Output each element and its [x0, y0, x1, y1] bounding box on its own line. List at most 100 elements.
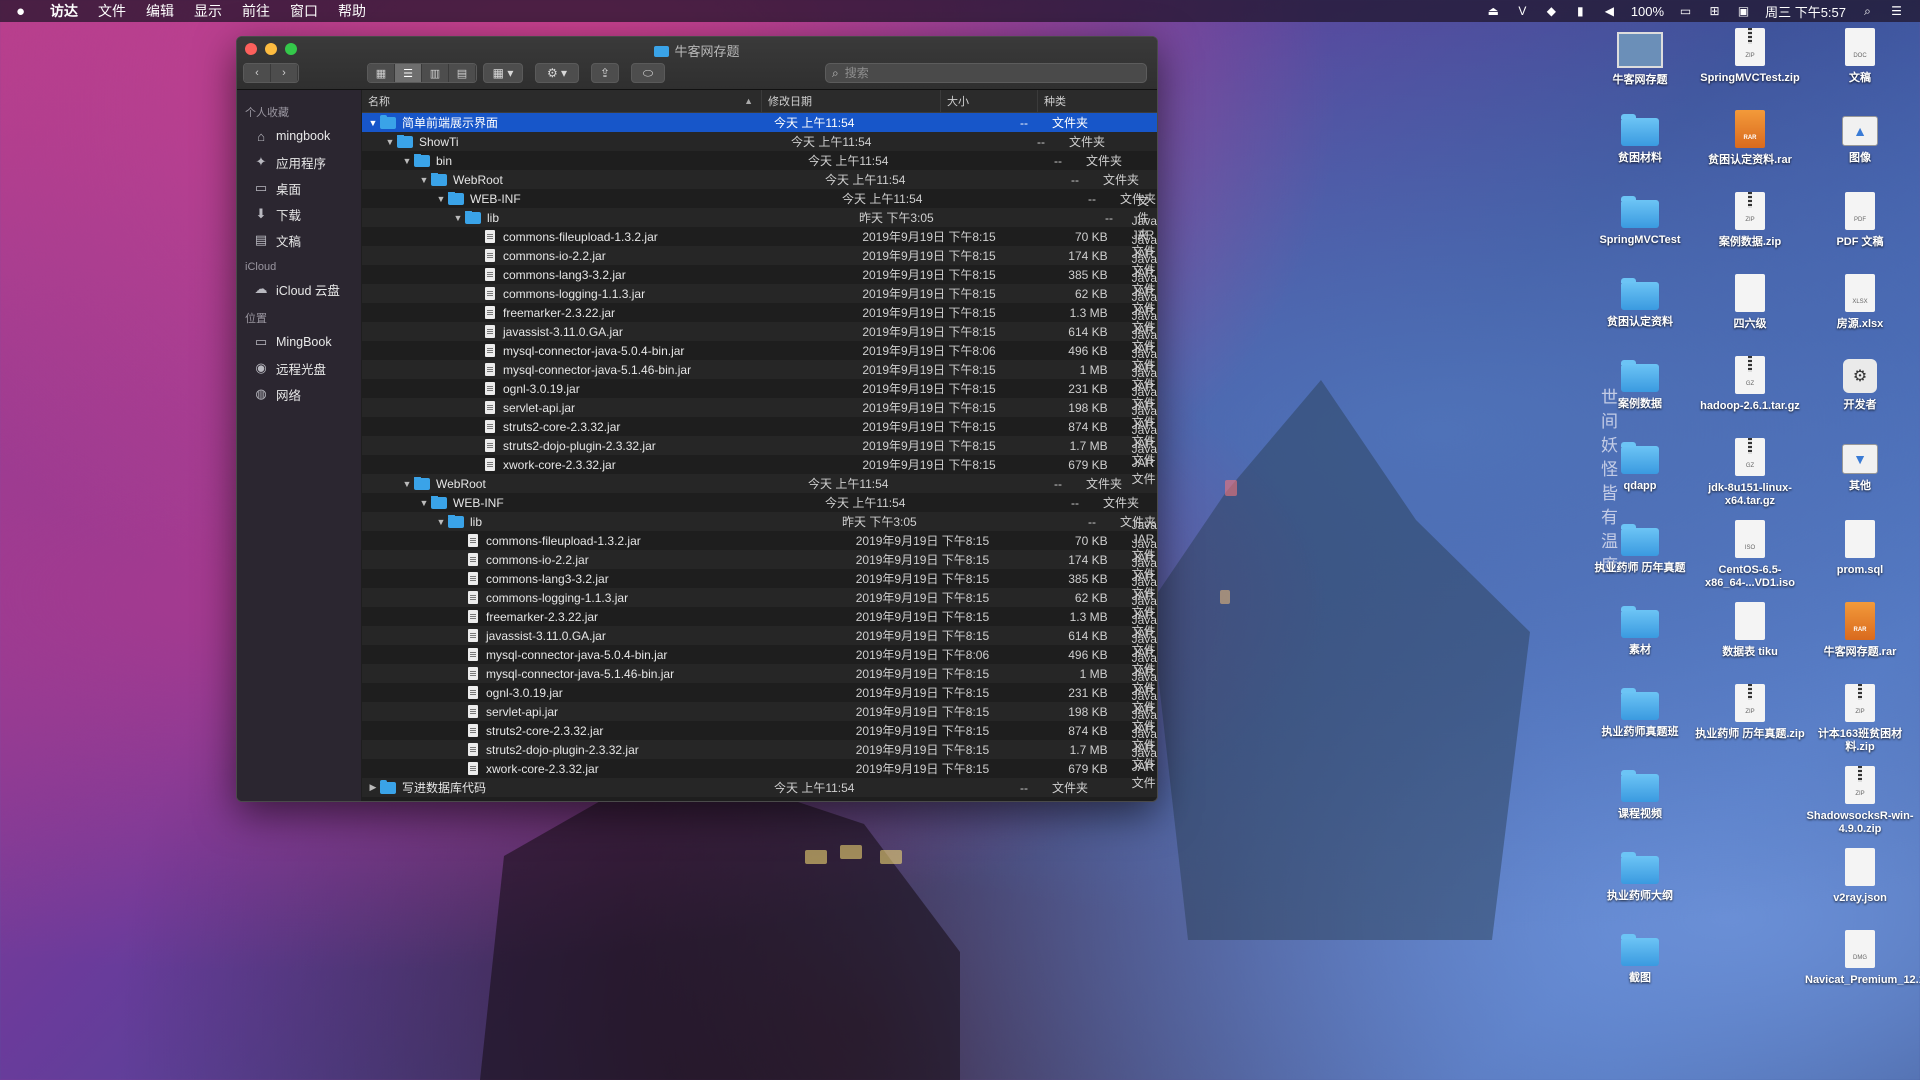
- apple-menu-icon[interactable]: ●: [16, 3, 38, 20]
- table-row[interactable]: mysql-connector-java-5.0.4-bin.jar 2019年9…: [362, 632, 1157, 676]
- disclosure-open-icon[interactable]: ▼: [451, 213, 465, 223]
- table-row[interactable]: ▼ WebRoot 今天 上午11:54 -- 文件夹: [362, 474, 1157, 493]
- volume-icon[interactable]: ◀: [1602, 4, 1617, 18]
- sidebar-item[interactable]: ◍ 网络: [237, 381, 361, 407]
- table-row[interactable]: ognl-3.0.19.jar 2019年9月19日 下午8:15 231 KB Ja…: [362, 670, 1157, 714]
- table-row[interactable]: struts2-dojo-plugin-2.3.32.jar 2019年9月19日…: [362, 423, 1157, 467]
- table-row[interactable]: javassist-3.11.0.GA.jar 2019年9月19日 下午8:15…: [362, 613, 1157, 657]
- v-app-icon[interactable]: V: [1515, 4, 1530, 18]
- disclosure-open-icon[interactable]: ▼: [400, 479, 414, 489]
- tag-button[interactable]: ⬭: [631, 63, 665, 83]
- desktop-icon-item[interactable]: RAR 牛客网存题.rar: [1805, 602, 1915, 659]
- table-row[interactable]: struts2-dojo-plugin-2.3.32.jar 2019年9月19日…: [362, 727, 1157, 771]
- table-row[interactable]: ▼ 简单前端展示界面 今天 上午11:54 -- 文件夹: [362, 113, 1157, 132]
- table-row[interactable]: servlet-api.jar 2019年9月19日 下午8:15 198 KB Ja…: [362, 689, 1157, 733]
- desktop-icon-item[interactable]: 素材: [1585, 602, 1695, 657]
- desktop-icon-item[interactable]: ZIP 计本163班贫困材料.zip: [1805, 684, 1915, 754]
- table-row[interactable]: commons-lang3-3.2.jar 2019年9月19日 下午8:15 38…: [362, 252, 1157, 296]
- bell-icon[interactable]: ◆: [1544, 4, 1559, 18]
- input-method-icon[interactable]: ⊞: [1707, 4, 1722, 18]
- table-row[interactable]: ▼ WebRoot 今天 上午11:54 -- 文件夹: [362, 170, 1157, 189]
- menu-4[interactable]: 前往: [242, 1, 270, 21]
- desktop-icon-item[interactable]: prom.sql: [1805, 520, 1915, 577]
- desktop-icon-item[interactable]: DMG Navicat_Premium_12.1.25_...info.dmg: [1805, 930, 1920, 987]
- desktop-icon-item[interactable]: 执业药师真题班: [1585, 684, 1695, 739]
- upload-icon[interactable]: ⏏: [1486, 4, 1501, 18]
- desktop-icon-item[interactable]: 贫困材料: [1585, 110, 1695, 165]
- column-header-name[interactable]: 名称 ▲: [362, 90, 762, 112]
- table-row[interactable]: ognl-3.0.19.jar 2019年9月19日 下午8:15 231 KB Ja…: [362, 366, 1157, 410]
- table-row[interactable]: commons-fileupload-1.3.2.jar 2019年9月19日 下…: [362, 214, 1157, 258]
- desktop-icon-item[interactable]: XLSX 房源.xlsx: [1805, 274, 1915, 331]
- column-header-date[interactable]: 修改日期: [762, 90, 941, 112]
- table-row[interactable]: struts2-core-2.3.32.jar 2019年9月19日 下午8:15…: [362, 708, 1157, 752]
- column-header-size[interactable]: 大小: [941, 90, 1038, 112]
- table-row[interactable]: mysql-connector-java-5.0.4-bin.jar 2019年9…: [362, 328, 1157, 372]
- desktop-icon-item[interactable]: 贫困认定资料: [1585, 274, 1695, 329]
- desktop-icon-item[interactable]: v2ray.json: [1805, 848, 1915, 905]
- battery-percent[interactable]: 100%: [1631, 4, 1664, 19]
- menu-3[interactable]: 显示: [194, 1, 222, 21]
- table-row[interactable]: struts2-core-2.3.32.jar 2019年9月19日 下午8:15…: [362, 404, 1157, 448]
- sidebar-item[interactable]: ☁ iCloud 云盘: [237, 276, 361, 302]
- column-header-kind[interactable]: 种类: [1038, 90, 1157, 112]
- search-input[interactable]: [842, 65, 1127, 81]
- desktop-icon-item[interactable]: GZ hadoop-2.6.1.tar.gz: [1695, 356, 1805, 413]
- menu-0[interactable]: 访达: [50, 1, 78, 21]
- table-row[interactable]: xwork-core-2.3.32.jar 2019年9月19日 下午8:15 67…: [362, 442, 1157, 486]
- desktop-icon-item[interactable]: ZIP SpringMVCTest.zip: [1695, 28, 1805, 85]
- table-row[interactable]: javassist-3.11.0.GA.jar 2019年9月19日 下午8:15…: [362, 309, 1157, 353]
- desktop-icon-item[interactable]: qdapp: [1585, 438, 1695, 493]
- desktop-icon-item[interactable]: ⚙ 开发者: [1805, 356, 1915, 412]
- table-row[interactable]: ▼ bin 今天 上午11:54 -- 文件夹: [362, 151, 1157, 170]
- desktop-icon-item[interactable]: ▼ 其他: [1805, 438, 1915, 493]
- table-row[interactable]: ▶ 写进数据库代码 今天 上午11:54 -- 文件夹: [362, 778, 1157, 797]
- desktop-icon-item[interactable]: PDF PDF 文稿: [1805, 192, 1915, 249]
- gallery-view-button[interactable]: ▤: [449, 64, 476, 82]
- desktop-icon-item[interactable]: RAR 贫困认定资料.rar: [1695, 110, 1805, 167]
- display-icon[interactable]: ▣: [1736, 4, 1751, 18]
- table-row[interactable]: xwork-core-2.3.32.jar 2019年9月19日 下午8:15 67…: [362, 746, 1157, 790]
- desktop-icon-item[interactable]: ISO CentOS-6.5-x86_64-...VD1.iso: [1695, 520, 1805, 590]
- desktop-icon-item[interactable]: ZIP 案例数据.zip: [1695, 192, 1805, 249]
- desktop-icon-item[interactable]: ZIP ShadowsocksR-win-4.9.0.zip: [1805, 766, 1915, 836]
- table-row[interactable]: commons-logging-1.1.3.jar 2019年9月19日 下午8:…: [362, 271, 1157, 315]
- desktop-icon-item[interactable]: 四六级: [1695, 274, 1805, 331]
- table-row[interactable]: commons-logging-1.1.3.jar 2019年9月19日 下午8:…: [362, 575, 1157, 619]
- notification-center-icon[interactable]: ☰: [1889, 4, 1904, 18]
- battery-icon[interactable]: ▭: [1678, 4, 1693, 18]
- sidebar-item[interactable]: ▤ 文稿: [237, 227, 361, 253]
- sidebar-item[interactable]: ▭ MingBook: [237, 329, 361, 355]
- desktop-icon-item[interactable]: 截图: [1585, 930, 1695, 985]
- desktop-icon-item[interactable]: ▲ 图像: [1805, 110, 1915, 165]
- desktop-icon-item[interactable]: GZ jdk-8u151-linux-x64.tar.gz: [1695, 438, 1805, 508]
- sidebar-item[interactable]: ✦ 应用程序: [237, 149, 361, 175]
- mouse-icon[interactable]: ▮: [1573, 4, 1588, 18]
- disclosure-open-icon[interactable]: ▼: [383, 137, 397, 147]
- desktop-icon-item[interactable]: 数据表 tiku: [1695, 602, 1805, 659]
- desktop-icon-item[interactable]: 课程视频: [1585, 766, 1695, 821]
- desktop-icon-item[interactable]: ZIP 执业药师 历年真题.zip: [1695, 684, 1805, 741]
- table-row[interactable]: ▼ lib 昨天 下午3:05 -- 文件夹: [362, 512, 1157, 531]
- desktop-icon-item[interactable]: DOC 文稿: [1805, 28, 1915, 85]
- table-row[interactable]: mysql-connector-java-5.1.46-bin.jar 2019年…: [362, 347, 1157, 391]
- table-row[interactable]: commons-lang3-3.2.jar 2019年9月19日 下午8:15 38…: [362, 556, 1157, 600]
- forward-button[interactable]: ›: [271, 64, 298, 82]
- desktop-icon-item[interactable]: 执业药师大纲: [1585, 848, 1695, 903]
- group-by-button[interactable]: ▦ ▾: [483, 63, 523, 83]
- table-row[interactable]: commons-io-2.2.jar 2019年9月19日 下午8:15 174 K…: [362, 233, 1157, 277]
- table-row[interactable]: ▼ lib 昨天 下午3:05 -- 文件夹: [362, 194, 1157, 242]
- disclosure-open-icon[interactable]: ▼: [434, 194, 448, 204]
- action-gear-button[interactable]: ⚙ ▾: [535, 63, 579, 83]
- menu-6[interactable]: 帮助: [338, 1, 366, 21]
- back-button[interactable]: ‹: [244, 64, 271, 82]
- desktop-icon-item[interactable]: 牛客网存题: [1585, 28, 1695, 87]
- sidebar-item[interactable]: ◉ 远程光盘: [237, 355, 361, 381]
- icon-view-button[interactable]: ▦: [368, 64, 395, 82]
- spotlight-search-icon[interactable]: ⌕: [1860, 4, 1875, 18]
- sidebar-item[interactable]: ⌂ mingbook: [237, 123, 361, 149]
- table-row[interactable]: ▼ WEB-INF 今天 上午11:54 -- 文件夹: [362, 493, 1157, 512]
- sidebar-item[interactable]: ⬇ 下载: [237, 201, 361, 227]
- desktop-icon-item[interactable]: SpringMVCTest: [1585, 192, 1695, 247]
- sidebar-item[interactable]: ▭ 桌面: [237, 175, 361, 201]
